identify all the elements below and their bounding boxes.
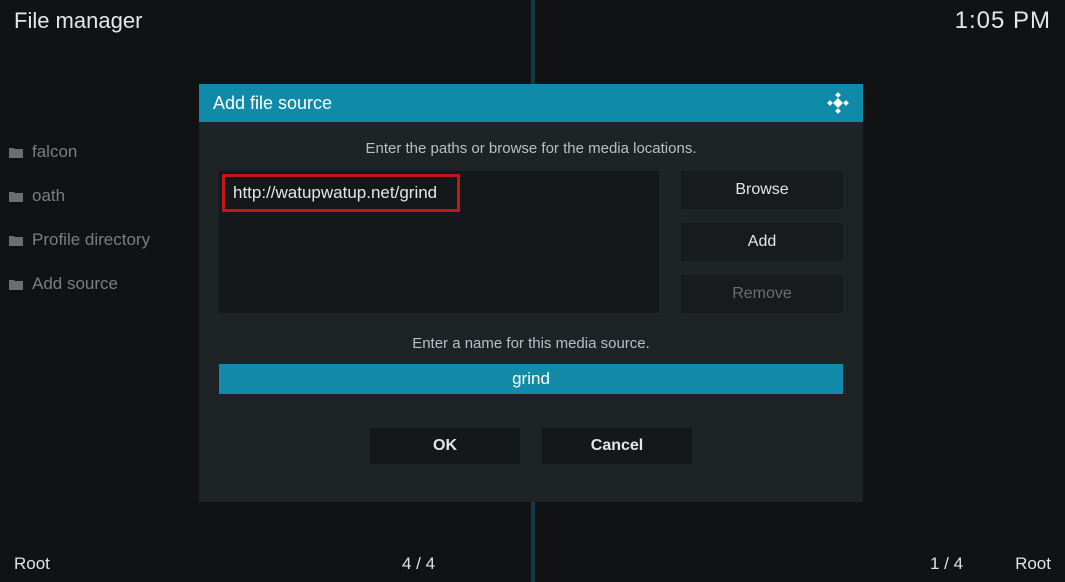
folder-icon <box>8 190 24 202</box>
page-title: File manager <box>14 8 142 34</box>
dialog-title: Add file source <box>213 93 332 114</box>
cancel-button[interactable]: Cancel <box>542 428 692 464</box>
add-button[interactable]: Add <box>681 223 843 261</box>
folder-icon <box>8 234 24 246</box>
right-count: 1 / 4 <box>930 554 963 574</box>
folder-icon <box>8 146 24 158</box>
left-count: 4 / 4 <box>402 554 435 574</box>
right-root-label: Root <box>1015 554 1051 574</box>
clock: 1:05 PM <box>955 7 1051 35</box>
left-root-label: Root <box>14 554 50 574</box>
source-name-value: grind <box>512 369 550 389</box>
source-item-label: Add source <box>32 274 118 294</box>
remove-button[interactable]: Remove <box>681 275 843 313</box>
browse-button[interactable]: Browse <box>681 171 843 209</box>
source-name-input[interactable]: grind <box>219 364 843 394</box>
path-input[interactable]: http://watupwatup.net/grind <box>222 174 460 212</box>
ok-button[interactable]: OK <box>370 428 520 464</box>
source-item-label: Profile directory <box>32 230 150 250</box>
dialog-title-bar: Add file source <box>199 84 863 122</box>
paths-hint: Enter the paths or browse for the media … <box>219 130 843 171</box>
kodi-logo-icon <box>827 92 849 114</box>
add-file-source-dialog: Add file source Enter the paths or brows… <box>199 84 863 502</box>
paths-list: http://watupwatup.net/grind <box>219 171 659 313</box>
folder-icon <box>8 278 24 290</box>
source-item-label: oath <box>32 186 65 206</box>
source-item-label: falcon <box>32 142 77 162</box>
name-hint: Enter a name for this media source. <box>219 313 843 364</box>
path-input-value: http://watupwatup.net/grind <box>233 183 437 203</box>
